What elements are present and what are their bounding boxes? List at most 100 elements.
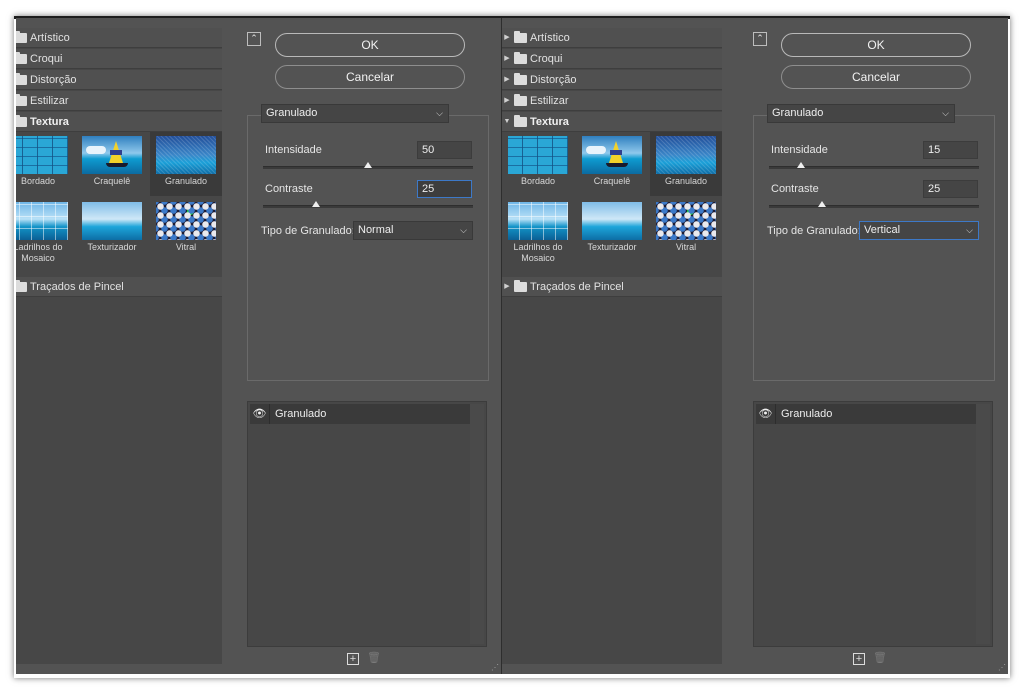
- folder-icon: [16, 51, 27, 64]
- thumb-ladrilhos-mosaico[interactable]: Ladrilhos do Mosaico: [502, 198, 574, 263]
- thumb-texturizador[interactable]: Texturizador: [576, 198, 648, 262]
- category-estilizar[interactable]: ▶ Estilizar: [16, 91, 222, 111]
- thumb-caption: Granulado: [664, 176, 708, 186]
- layer-name: Granulado: [275, 408, 327, 420]
- vitral-thumbnail: [156, 202, 216, 240]
- filter-list: ▶ Artístico ▶ Croqui ▶ Distorção ▶ Estil…: [16, 28, 222, 664]
- new-effect-layer-icon[interactable]: +: [853, 653, 865, 665]
- intensity-input[interactable]: 50: [417, 141, 472, 159]
- contrast-label: Contraste: [265, 183, 313, 195]
- thumb-ladrilhos-mosaico[interactable]: Ladrilhos do Mosaico: [16, 198, 74, 263]
- thumb-bordado[interactable]: Bordado: [16, 132, 74, 196]
- new-effect-layer-icon[interactable]: +: [347, 653, 359, 665]
- expand-arrow-icon[interactable]: ▶: [502, 28, 512, 48]
- category-label: Textura: [530, 115, 569, 128]
- category-croqui[interactable]: ▶ Croqui: [16, 49, 222, 69]
- collapse-arrow-icon[interactable]: ▼: [502, 112, 512, 132]
- craquele-thumbnail: [582, 136, 642, 174]
- category-textura[interactable]: ▼ Textura: [502, 112, 722, 132]
- ok-button[interactable]: OK: [275, 33, 465, 57]
- expand-arrow-icon[interactable]: ▶: [502, 277, 512, 297]
- collapse-gallery-icon[interactable]: ⌃: [247, 32, 261, 46]
- layers-scrollbar[interactable]: [470, 404, 484, 644]
- contrast-input[interactable]: 25: [923, 180, 978, 198]
- category-artistico[interactable]: ▶ Artístico: [502, 28, 722, 48]
- thumb-craquele[interactable]: Craquelê: [576, 132, 648, 196]
- category-tracados-de-pincel[interactable]: ▶ Traçados de Pincel: [502, 277, 722, 297]
- filter-select[interactable]: Granulado ⌵: [767, 104, 955, 123]
- granulado-thumbnail: [656, 136, 716, 174]
- thumb-granulado[interactable]: Granulado: [650, 132, 722, 196]
- eye-icon[interactable]: 👁: [250, 404, 270, 424]
- filter-select[interactable]: Granulado ⌵: [261, 104, 449, 123]
- collapse-gallery-icon[interactable]: ⌃: [753, 32, 767, 46]
- open-folder-icon: [16, 114, 27, 127]
- filter-gallery-left: ▶ Artístico ▶ Croqui ▶ Distorção ▶ Estil…: [16, 18, 501, 674]
- intensity-slider[interactable]: [769, 162, 979, 169]
- expand-arrow-icon[interactable]: ▶: [502, 70, 512, 90]
- folder-icon: [16, 72, 27, 85]
- trash-icon[interactable]: 🗑: [873, 653, 887, 665]
- resize-grip-icon[interactable]: ⋰: [491, 664, 499, 672]
- expand-arrow-icon[interactable]: ▶: [502, 91, 512, 111]
- category-textura[interactable]: ▼ Textura: [16, 112, 222, 132]
- trash-icon[interactable]: 🗑: [367, 653, 381, 665]
- effect-layer-row[interactable]: 👁 Granulado: [250, 404, 470, 424]
- contrast-slider[interactable]: [263, 201, 473, 208]
- mosaic-thumbnail: [508, 202, 568, 240]
- mosaic-thumbnail: [16, 202, 68, 240]
- grain-type-select[interactable]: Normal ⌵: [353, 221, 473, 240]
- category-tracados-de-pincel[interactable]: ▶ Traçados de Pincel: [16, 277, 222, 297]
- thumb-caption: Bordado: [20, 176, 56, 186]
- thumb-bordado[interactable]: Bordado: [502, 132, 574, 196]
- chevron-down-icon: ⌵: [942, 108, 949, 118]
- cancel-button[interactable]: Cancelar: [781, 65, 971, 89]
- contrast-label: Contraste: [771, 183, 819, 195]
- category-label: Traçados de Pincel: [530, 280, 624, 293]
- layers-scrollbar[interactable]: [976, 404, 990, 644]
- bordado-thumbnail: [16, 136, 68, 174]
- thumb-vitral[interactable]: Vitral: [150, 198, 222, 262]
- category-label: Distorção: [30, 73, 77, 86]
- thumb-vitral[interactable]: Vitral: [650, 198, 722, 262]
- chevron-down-icon: ⌵: [460, 225, 467, 235]
- open-folder-icon: [514, 114, 527, 127]
- contrast-slider[interactable]: [769, 201, 979, 208]
- category-croqui[interactable]: ▶ Croqui: [502, 49, 722, 69]
- category-distorcao[interactable]: ▶ Distorção: [16, 70, 222, 90]
- category-estilizar[interactable]: ▶ Estilizar: [502, 91, 722, 111]
- effect-layer-row[interactable]: 👁 Granulado: [756, 404, 976, 424]
- category-artistico[interactable]: ▶ Artístico: [16, 28, 222, 48]
- category-distorcao[interactable]: ▶ Distorção: [502, 70, 722, 90]
- intensity-input[interactable]: 15: [923, 141, 978, 159]
- contrast-slider-thumb[interactable]: [311, 201, 320, 207]
- thumb-craquele[interactable]: Craquelê: [76, 132, 148, 196]
- contrast-input[interactable]: 25: [417, 180, 472, 198]
- intensity-slider-thumb[interactable]: [796, 162, 805, 168]
- filter-list: ▶ Artístico ▶ Croqui ▶ Distorção ▶ Estil…: [502, 28, 722, 664]
- resize-grip-icon[interactable]: ⋰: [998, 664, 1006, 672]
- folder-icon: [16, 279, 27, 292]
- ok-button[interactable]: OK: [781, 33, 971, 57]
- category-label: Distorção: [530, 73, 577, 86]
- filter-select-value: Granulado: [772, 107, 824, 119]
- intensity-slider[interactable]: [263, 162, 473, 169]
- effect-layers-panel: 👁 Granulado: [247, 401, 487, 647]
- filter-select-value: Granulado: [266, 107, 318, 119]
- grain-type-select[interactable]: Vertical ⌵: [859, 221, 979, 240]
- texture-thumbnails: Bordado Craquelê Granulado Ladrilhos do …: [502, 132, 722, 263]
- thumb-caption: Craquelê: [93, 176, 131, 186]
- expand-arrow-icon[interactable]: ▶: [502, 49, 512, 69]
- contrast-slider-thumb[interactable]: [817, 201, 826, 207]
- thumb-granulado[interactable]: Granulado: [150, 132, 222, 196]
- intensity-slider-thumb[interactable]: [364, 162, 372, 168]
- layer-name: Granulado: [781, 408, 833, 420]
- folder-icon: [514, 93, 527, 106]
- folder-icon: [16, 30, 27, 43]
- eye-icon[interactable]: 👁: [756, 404, 776, 424]
- thumb-caption: Bordado: [520, 176, 556, 186]
- thumb-texturizador[interactable]: Texturizador: [76, 198, 148, 262]
- layer-actions: + 🗑: [347, 653, 381, 665]
- folder-icon: [514, 51, 527, 64]
- cancel-button[interactable]: Cancelar: [275, 65, 465, 89]
